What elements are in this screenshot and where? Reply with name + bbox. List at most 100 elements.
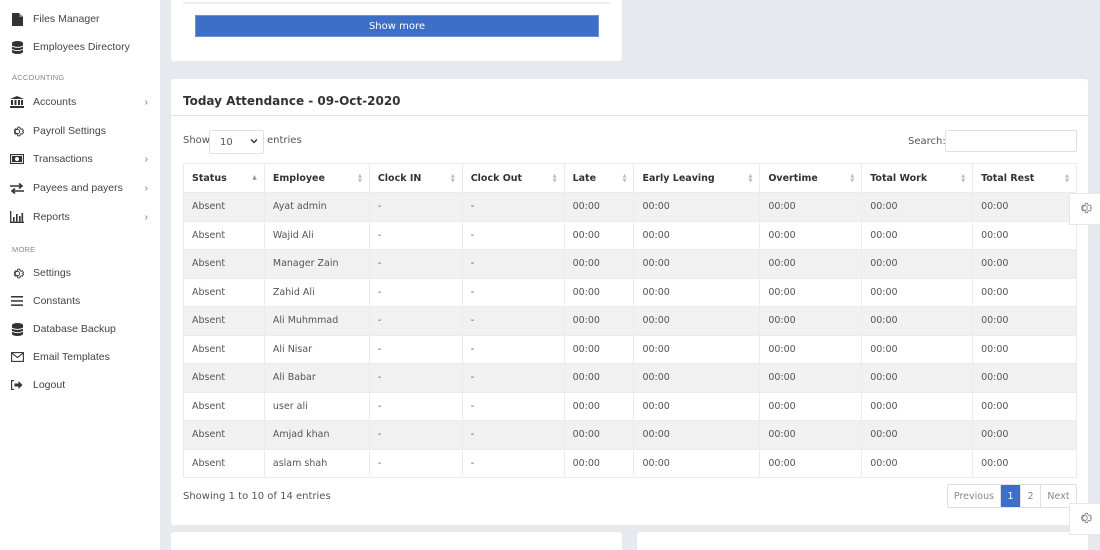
column-header-status[interactable]: Status ▲ — [183, 163, 265, 193]
table-row: Absent aslam shah - -00:00 00:00 00:00 00:00 00… — [183, 448, 1077, 478]
database-icon — [10, 322, 24, 336]
column-header-total-rest[interactable]: Total Rest ▲ ▼ — [972, 163, 1077, 193]
cell-employee: Zahid Ali — [263, 277, 370, 307]
table-row: Absent user ali - -00:00 00:00 00:00 00:00 00:0… — [183, 391, 1077, 421]
page-length-select[interactable]: 10 — [209, 130, 264, 154]
top-card: Show more — [171, 0, 622, 61]
column-header-label: Employee — [272, 172, 325, 184]
cell-late: 00:00 — [563, 448, 635, 478]
cell-early-leaving: 00:00 — [633, 448, 761, 478]
cell-late: 00:00 — [563, 249, 635, 279]
cell-late: 00:00 — [563, 420, 635, 450]
column-header-clock-out[interactable]: Clock Out ▲ ▼ — [461, 163, 565, 193]
table-row: Absent Ali Nisar - -00:00 00:00 00:00 00:00 00:… — [183, 334, 1077, 364]
sort-icon: ▲ ▼ — [450, 173, 455, 184]
cell-total-rest: 00:00 — [972, 277, 1077, 307]
sidebar-item-transactions[interactable]: Transactions › — [0, 147, 160, 171]
cell-status: Absent — [183, 192, 265, 222]
cell-overtime: 00:00 — [759, 391, 863, 421]
sort-icon: ▲ ▼ — [748, 173, 753, 184]
cell-total-rest: 00:00 — [972, 391, 1077, 421]
sidebar-item-database-backup[interactable]: Database Backup — [0, 317, 160, 341]
pagination-page-2[interactable]: 2 — [1021, 485, 1041, 507]
cell-late: 00:00 — [563, 220, 635, 250]
cell-clock-out: - — [461, 249, 565, 279]
cell-late: 00:00 — [563, 277, 635, 307]
column-header-label: Clock Out — [470, 172, 523, 184]
pagination-page-1[interactable]: 1 — [1001, 485, 1021, 507]
cell-total-work: 00:00 — [861, 249, 974, 279]
cell-status: Absent — [183, 306, 265, 336]
file-icon — [10, 12, 24, 26]
cell-total-work: 00:00 — [861, 391, 974, 421]
cell-early-leaving: 00:00 — [633, 277, 761, 307]
table-row: Absent Manager Zain - -00:00 00:00 00:00 00:00… — [183, 249, 1077, 279]
cell-total-work: 00:00 — [861, 420, 974, 450]
sidebar-item-reports[interactable]: Reports › — [0, 205, 160, 229]
show-more-button[interactable]: Show more — [195, 15, 599, 37]
sidebar-item-logout[interactable]: Logout — [0, 373, 160, 397]
chevron-down-icon — [250, 137, 258, 147]
sidebar-item-constants[interactable]: Constants — [0, 289, 160, 313]
sidebar-section-accounting: ACCOUNTING — [12, 73, 65, 82]
sidebar-item-label: Accounts — [33, 96, 77, 108]
sort-icon: ▲ ▼ — [961, 173, 966, 184]
cell-clock-out: - — [461, 220, 565, 250]
sidebar-item-payroll-settings[interactable]: Payroll Settings — [0, 119, 160, 143]
cell-status: Absent — [183, 363, 265, 393]
cell-total-work: 00:00 — [861, 334, 974, 364]
table-row: Absent Ali Babar - -00:00 00:00 00:00 00:00 00:… — [183, 363, 1077, 393]
cell-overtime: 00:00 — [759, 334, 863, 364]
cell-early-leaving: 00:00 — [633, 192, 761, 222]
bottom-left-card — [171, 532, 622, 550]
sidebar-section-more: MORE — [12, 245, 36, 254]
cell-total-rest: 00:00 — [972, 363, 1077, 393]
envelope-icon — [10, 350, 24, 364]
sidebar-item-employees-directory[interactable]: Employees Directory — [0, 35, 160, 59]
column-header-total-work[interactable]: Total Work ▲ ▼ — [861, 163, 974, 193]
sidebar-item-accounts[interactable]: Accounts › — [0, 90, 160, 114]
sort-icon: ▲ ▼ — [552, 173, 557, 184]
cell-status: Absent — [183, 249, 265, 279]
sidebar-item-payees-and-payers[interactable]: Payees and payers › — [0, 176, 160, 200]
cell-late: 00:00 — [563, 192, 635, 222]
list-icon — [10, 294, 24, 308]
cell-overtime: 00:00 — [759, 277, 863, 307]
cell-clock-in: - — [368, 249, 463, 279]
divider — [171, 115, 1088, 116]
column-header-label: Total Work — [870, 172, 928, 184]
column-header-overtime[interactable]: Overtime ▲ ▼ — [759, 163, 863, 193]
column-header-employee[interactable]: Employee ▲ ▼ — [263, 163, 370, 193]
sidebar-item-settings[interactable]: Settings — [0, 261, 160, 285]
column-header-late[interactable]: Late ▲ ▼ — [563, 163, 635, 193]
column-header-early-leaving[interactable]: Early Leaving ▲ ▼ — [633, 163, 761, 193]
search-input[interactable] — [945, 130, 1077, 152]
table-row: Absent Zahid Ali - -00:00 00:00 00:00 00:00 00:… — [183, 277, 1077, 307]
chevron-right-icon: › — [144, 211, 148, 223]
bottom-right-card — [637, 532, 1088, 550]
sidebar-item-label: Email Templates — [33, 351, 110, 363]
cell-late: 00:00 — [563, 363, 635, 393]
sort-icon: ▲ ▼ — [357, 173, 362, 184]
search-label: Search: — [908, 136, 946, 147]
column-header-label: Clock IN — [377, 172, 422, 184]
cell-total-work: 00:00 — [861, 363, 974, 393]
sidebar-item-email-templates[interactable]: Email Templates — [0, 345, 160, 369]
settings-float-button[interactable] — [1069, 193, 1100, 225]
attendance-card: Today Attendance - 09-Oct-2020 Show 10 e… — [171, 79, 1088, 525]
gear-icon — [10, 266, 24, 280]
pagination-previous[interactable]: Previous — [948, 485, 1001, 507]
gear-icon — [1078, 201, 1092, 218]
table-row: Absent Amjad khan - -00:00 00:00 00:00 00:00 00… — [183, 420, 1077, 450]
column-header-label: Late — [572, 172, 597, 184]
sidebar-item-files-manager[interactable]: Files Manager — [0, 7, 160, 31]
cell-total-rest: 00:00 — [972, 220, 1077, 250]
sidebar-item-label: Employees Directory — [33, 41, 130, 53]
cell-employee: Ayat admin — [263, 192, 370, 222]
settings-float-button[interactable] — [1069, 503, 1100, 535]
page-length-value: 10 — [220, 136, 233, 148]
exchange-icon — [10, 181, 24, 195]
cell-employee: Ali Babar — [263, 363, 370, 393]
gear-icon — [10, 124, 24, 138]
column-header-clock-in[interactable]: Clock IN ▲ ▼ — [368, 163, 463, 193]
